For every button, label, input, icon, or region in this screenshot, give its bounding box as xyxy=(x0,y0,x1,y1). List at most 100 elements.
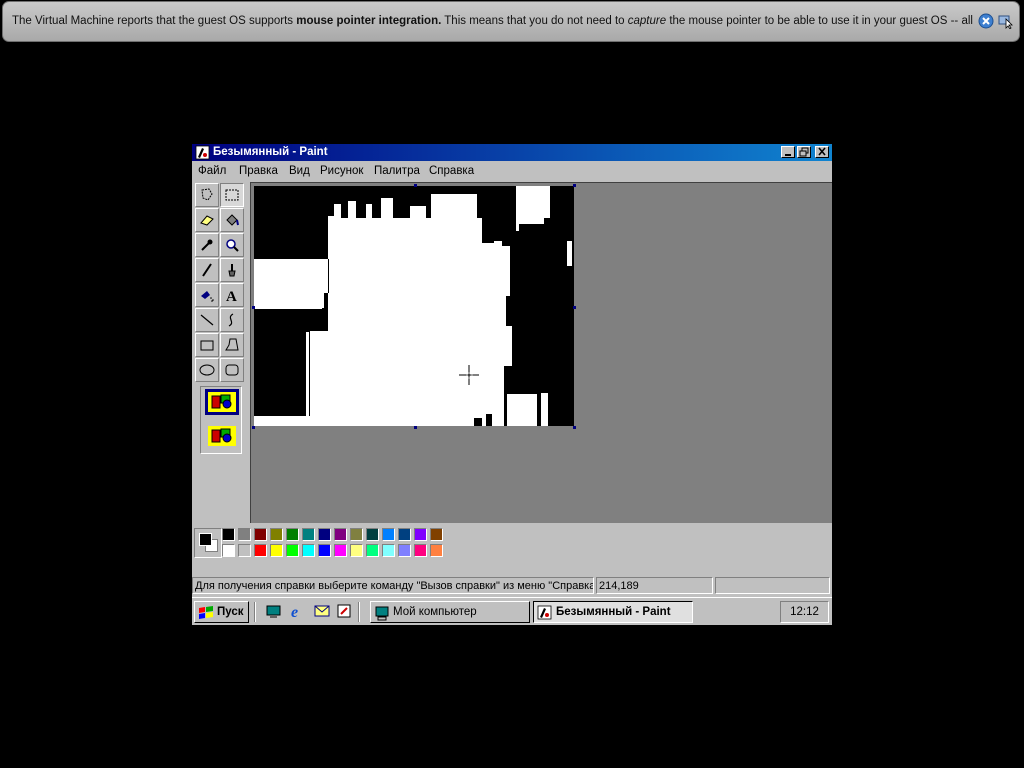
taskbar-my-computer[interactable]: Мой компьютер xyxy=(370,601,530,623)
eraser-tool[interactable] xyxy=(195,208,219,232)
palette-swatch[interactable] xyxy=(398,544,411,557)
svg-text:A: A xyxy=(226,289,237,303)
palette-swatch[interactable] xyxy=(382,544,395,557)
palette-swatch[interactable] xyxy=(238,544,251,557)
taskbar-separator xyxy=(254,602,256,622)
paint-app-icon xyxy=(195,145,210,160)
rect-select-tool[interactable] xyxy=(220,183,244,207)
resize-handle-top[interactable] xyxy=(414,184,417,187)
title-bar[interactable]: Безымянный - Paint xyxy=(192,144,832,161)
line-tool[interactable] xyxy=(195,308,219,332)
palette-swatch[interactable] xyxy=(238,528,251,541)
brush-icon xyxy=(228,264,236,277)
menu-palette[interactable]: Палитра xyxy=(374,165,420,177)
palette-swatch[interactable] xyxy=(414,528,427,541)
palette-swatch[interactable] xyxy=(366,544,379,557)
palette-swatch[interactable] xyxy=(222,528,235,541)
free-select-icon xyxy=(201,188,213,201)
palette-swatch[interactable] xyxy=(254,528,267,541)
palette-swatch[interactable] xyxy=(302,528,315,541)
rect-select-icon xyxy=(225,189,239,201)
resize-handle-br[interactable] xyxy=(573,426,576,429)
rectangle-icon xyxy=(200,340,214,351)
curve-tool[interactable] xyxy=(220,308,244,332)
palette-swatch[interactable] xyxy=(430,544,443,557)
clock[interactable]: 12:12 xyxy=(780,601,829,623)
menu-image[interactable]: Рисунок xyxy=(320,165,363,177)
palette-swatch[interactable] xyxy=(334,528,347,541)
palette-swatch[interactable] xyxy=(254,544,267,557)
vm-notification-text: The Virtual Machine reports that the gue… xyxy=(12,15,974,27)
palette-swatch[interactable] xyxy=(366,528,379,541)
palette-swatch[interactable] xyxy=(334,544,347,557)
status-bar: Для получения справки выберите команду "… xyxy=(192,576,832,595)
palette-swatch[interactable] xyxy=(270,528,283,541)
tool-options xyxy=(200,386,242,454)
restore-button[interactable] xyxy=(797,146,811,158)
pencil-tool[interactable] xyxy=(195,258,219,282)
palette-swatch[interactable] xyxy=(270,544,283,557)
polygon-icon xyxy=(225,338,239,351)
eyedropper-icon xyxy=(201,239,213,251)
palette-swatch[interactable] xyxy=(382,528,395,541)
palette-swatch[interactable] xyxy=(318,528,331,541)
minimize-button[interactable] xyxy=(781,146,795,158)
vm-notification-bar: The Virtual Machine reports that the gue… xyxy=(2,1,1020,42)
taskbar-paint[interactable]: Безымянный - Paint xyxy=(533,601,693,623)
palette-swatch[interactable] xyxy=(414,544,427,557)
text-tool[interactable]: A xyxy=(220,283,244,307)
resize-handle-left[interactable] xyxy=(252,306,255,309)
taskbar: Пуск e Мой компьютер Безымянный - Paint … xyxy=(192,597,832,625)
palette-swatch[interactable] xyxy=(350,528,363,541)
transparent-on-option[interactable] xyxy=(205,423,239,449)
start-button[interactable]: Пуск xyxy=(194,601,249,623)
windows-logo-icon xyxy=(199,606,213,619)
eraser-icon xyxy=(200,215,214,226)
resize-handle-bl[interactable] xyxy=(252,426,255,429)
color-picker-tool[interactable] xyxy=(195,233,219,257)
free-select-tool[interactable] xyxy=(195,183,219,207)
mouse-integration-icon[interactable] xyxy=(998,13,1014,29)
close-icon[interactable] xyxy=(978,13,994,29)
palette-swatch[interactable] xyxy=(286,544,299,557)
palette-swatch[interactable] xyxy=(318,544,331,557)
menu-file[interactable]: Файл xyxy=(198,165,226,177)
polygon-tool[interactable] xyxy=(220,333,244,357)
palette-swatch[interactable] xyxy=(286,528,299,541)
magnifier-icon xyxy=(226,239,239,252)
transparent-off-option[interactable] xyxy=(205,389,239,415)
rounded-rectangle-tool[interactable] xyxy=(220,358,244,382)
palette-swatch[interactable] xyxy=(430,528,443,541)
resize-handle-bottom[interactable] xyxy=(414,426,417,429)
internet-explorer-icon[interactable]: e xyxy=(290,603,306,619)
my-computer-icon xyxy=(375,606,389,621)
palette-swatch[interactable] xyxy=(350,544,363,557)
ellipse-icon xyxy=(199,364,215,376)
palette-swatch[interactable] xyxy=(398,528,411,541)
resize-handle-right[interactable] xyxy=(573,306,576,309)
channels-icon[interactable] xyxy=(336,603,352,619)
desktop-icon[interactable] xyxy=(266,603,282,619)
start-label: Пуск xyxy=(217,606,244,618)
palette-swatch[interactable] xyxy=(222,544,235,557)
airbrush-tool[interactable] xyxy=(195,283,219,307)
close-x-icon xyxy=(818,147,826,156)
outlook-express-icon[interactable] xyxy=(314,603,330,619)
palette-swatch[interactable] xyxy=(302,544,315,557)
window-title: Безымянный - Paint xyxy=(213,146,328,158)
menu-help[interactable]: Справка xyxy=(429,165,474,177)
brush-tool[interactable] xyxy=(220,258,244,282)
current-colors xyxy=(194,528,222,558)
rectangle-tool[interactable] xyxy=(195,333,219,357)
ellipse-tool[interactable] xyxy=(195,358,219,382)
taskbar-separator xyxy=(358,602,360,622)
paint-bucket-icon xyxy=(226,214,239,226)
magnifier-tool[interactable] xyxy=(220,233,244,257)
menu-edit[interactable]: Правка xyxy=(239,165,278,177)
rounded-rectangle-icon xyxy=(225,364,239,376)
close-button[interactable] xyxy=(815,146,829,158)
menu-view[interactable]: Вид xyxy=(289,165,310,177)
resize-handle-tr[interactable] xyxy=(573,184,576,187)
fill-tool[interactable] xyxy=(220,208,244,232)
drawing-canvas[interactable] xyxy=(254,186,574,426)
